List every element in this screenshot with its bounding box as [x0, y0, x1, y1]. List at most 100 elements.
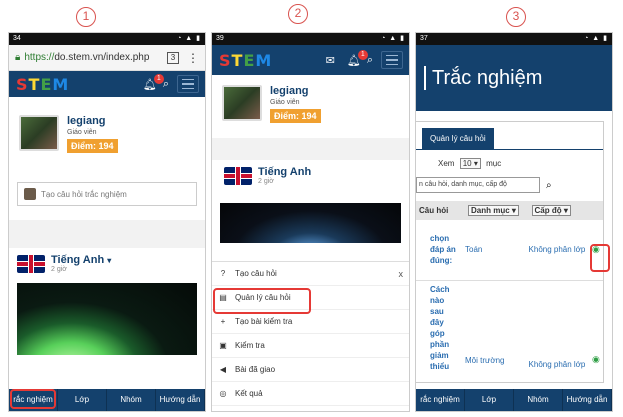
eye-icon: ◉ — [592, 353, 600, 364]
phone-screen-3: 37 ◔ ▲ ▮ Trắc nghiệm Quản lý câu hỏi Xem… — [415, 32, 613, 412]
post-time: 2 giờ — [51, 266, 67, 273]
user-profile-card: legiang Giáo viên Điểm: 194 — [212, 75, 409, 134]
status-time: 39 — [216, 35, 224, 42]
browser-url-bar[interactable]: 🔒︎ https:// do.stem.vn/index.php 3 ⋮ — [9, 45, 205, 71]
mail-icon[interactable]: ✉ — [326, 54, 335, 67]
menu-label: Tạo bài kiểm tra — [235, 317, 293, 326]
target-icon: ◎ — [219, 389, 227, 398]
stem-logo[interactable]: STEM — [15, 75, 68, 94]
bottom-navigation: rắc nghiệm Lớp Nhóm Hướng dẫn — [416, 389, 612, 411]
feed-separator — [212, 138, 409, 160]
post-header: Tiếng Anh 2 giờ — [212, 160, 409, 191]
highlight-manage-questions — [213, 288, 311, 314]
url-scheme: https:// — [24, 52, 55, 63]
status-icons: ◔ ▲ ▮ — [584, 35, 608, 42]
feed-separator — [9, 220, 205, 248]
menu-label: Kết quả — [235, 389, 263, 398]
entries-select[interactable]: 10 ▾ — [459, 158, 481, 169]
table-header-row: Câu hỏi Danh mục ▾ Cấp độ ▾ — [416, 201, 603, 220]
user-role: Giáo viên — [67, 129, 97, 136]
search-row: n câu hỏi, danh mục, cấp độ ⌕ — [416, 173, 603, 197]
status-bar: 34 ◔ ▲ ▮ — [9, 33, 205, 45]
status-icons: ◔ ▲ ▮ — [177, 35, 201, 42]
show-prefix: Xem — [438, 159, 455, 168]
bottom-nav-group[interactable]: Nhóm — [514, 389, 563, 411]
notification-badge: 1 — [153, 73, 164, 84]
bottom-nav-group[interactable]: Nhóm — [107, 389, 156, 411]
top-navbar: STEM 🔔︎ 1 ⌕ — [9, 71, 205, 97]
questions-table: Câu hỏi Danh mục ▾ Cấp độ ▾ chọn đáp án … — [416, 201, 603, 375]
bell-icon[interactable]: 🔔︎ 1 — [143, 73, 164, 91]
menu-label: Tạo câu hỏi — [235, 269, 277, 278]
close-icon[interactable]: x — [399, 269, 404, 279]
post-title[interactable]: Tiếng Anh ▾ — [51, 254, 111, 266]
phone-screen-2: 39 ◔ ▲ ▮ STEM ✉ 🔔︎ 1 ⌕ legiang Giáo viên … — [211, 32, 410, 412]
post-image — [220, 203, 401, 243]
user-name[interactable]: legiang — [270, 85, 321, 97]
top-navbar: STEM ✉ 🔔︎ 1 ⌕ — [212, 45, 409, 75]
uk-flag-icon — [17, 254, 45, 273]
question-panel: Quản lý câu hỏi Xem 10 ▾ mục n câu hỏi, … — [416, 121, 604, 383]
category-cell: Môi trường — [465, 355, 505, 365]
category-cell: Toán — [465, 245, 483, 255]
menu-item-create-question[interactable]: ? Tạo câu hỏi x — [212, 262, 409, 286]
col-category[interactable]: Danh mục ▾ — [462, 201, 526, 220]
step-2-marker: 2 — [288, 4, 308, 24]
status-bar: 37 ◔ ▲ ▮ — [416, 33, 612, 45]
menu-item-test[interactable]: ▣ Kiểm tra — [212, 334, 409, 358]
post-time: 2 giờ — [258, 178, 274, 185]
user-name[interactable]: legiang — [67, 115, 118, 127]
status-icons: ◔ ▲ ▮ — [381, 35, 405, 42]
plus-circle-icon: + — [220, 317, 226, 326]
table-row: chọn đáp án đúng: Toán Không phân lớp ◉ — [416, 220, 603, 280]
phone-screen-1: 34 ◔ ▲ ▮ 🔒︎ https:// do.stem.vn/index.ph… — [8, 32, 206, 412]
bullhorn-icon: ◀ — [219, 365, 227, 374]
avatar[interactable] — [222, 85, 262, 121]
search-input[interactable]: n câu hỏi, danh mục, cấp độ — [416, 177, 540, 193]
bottom-nav-class[interactable]: Lớp — [58, 389, 107, 411]
create-question-placeholder: Tạo câu hỏi trắc nghiệm — [41, 189, 127, 199]
more-menu-icon[interactable]: ⋮ — [187, 51, 199, 65]
bottom-nav-guide[interactable]: Hướng dẫn — [563, 389, 612, 411]
title-divider — [424, 66, 426, 90]
url-text: do.stem.vn/index.php — [54, 52, 150, 63]
question-text[interactable]: Cách nào sau đây góp phần giảm thiểu — [416, 280, 462, 375]
page-header: Trắc nghiệm — [416, 45, 612, 111]
col-level[interactable]: Cấp độ ▾ — [525, 201, 589, 220]
teacher-action-menu: ? Tạo câu hỏi x ▤ Quản lý câu hỏi + Tạo … — [212, 261, 409, 411]
menu-label: Kiểm tra — [235, 341, 265, 350]
points-badge: Điểm: 194 — [67, 139, 118, 153]
stem-logo[interactable]: STEM — [218, 51, 271, 70]
step-3-marker: 3 — [506, 7, 526, 27]
level-cell: Không phân lớp — [528, 359, 586, 369]
avatar[interactable] — [19, 115, 59, 151]
tab-count-button[interactable]: 3 — [167, 51, 179, 64]
hamburger-menu-button[interactable] — [381, 51, 403, 69]
briefcase-icon: ▣ — [219, 341, 227, 350]
table-row: Cách nào sau đây góp phần giảm thiểu Môi… — [416, 280, 603, 375]
hamburger-menu-button[interactable] — [177, 75, 199, 93]
search-icon[interactable]: ⌕ — [546, 180, 552, 191]
show-suffix: mục — [486, 159, 502, 168]
level-cell: Không phân lớp — [528, 245, 586, 255]
page-title: Trắc nghiệm — [432, 66, 543, 89]
points-badge: Điểm: 194 — [270, 109, 321, 123]
status-time: 34 — [13, 35, 21, 42]
create-question-input[interactable]: Tạo câu hỏi trắc nghiệm — [17, 182, 197, 206]
tab-manage-questions[interactable]: Quản lý câu hỏi — [422, 128, 494, 149]
user-profile-card: legiang Giáo viên Điểm: 194 — [9, 105, 205, 164]
points-value: 194 — [301, 111, 317, 121]
bell-icon[interactable]: 🔔︎ 1 — [347, 49, 368, 67]
bottom-nav-class[interactable]: Lớp — [465, 389, 514, 411]
bottom-nav-guide[interactable]: Hướng dẫn — [156, 389, 205, 411]
menu-item-results[interactable]: ◎ Kết quả — [212, 382, 409, 406]
notification-badge: 1 — [357, 49, 368, 60]
question-text[interactable]: chọn đáp án đúng: — [416, 220, 462, 280]
col-question[interactable]: Câu hỏi — [416, 201, 462, 220]
highlight-quiz-tab — [10, 389, 56, 409]
view-button[interactable]: ◉ — [589, 280, 603, 375]
col-action — [589, 201, 603, 220]
menu-item-assigned[interactable]: ◀ Bài đã giao — [212, 358, 409, 382]
bottom-nav-quiz[interactable]: rắc nghiệm — [416, 389, 465, 411]
post-title[interactable]: Tiếng Anh — [258, 166, 311, 178]
